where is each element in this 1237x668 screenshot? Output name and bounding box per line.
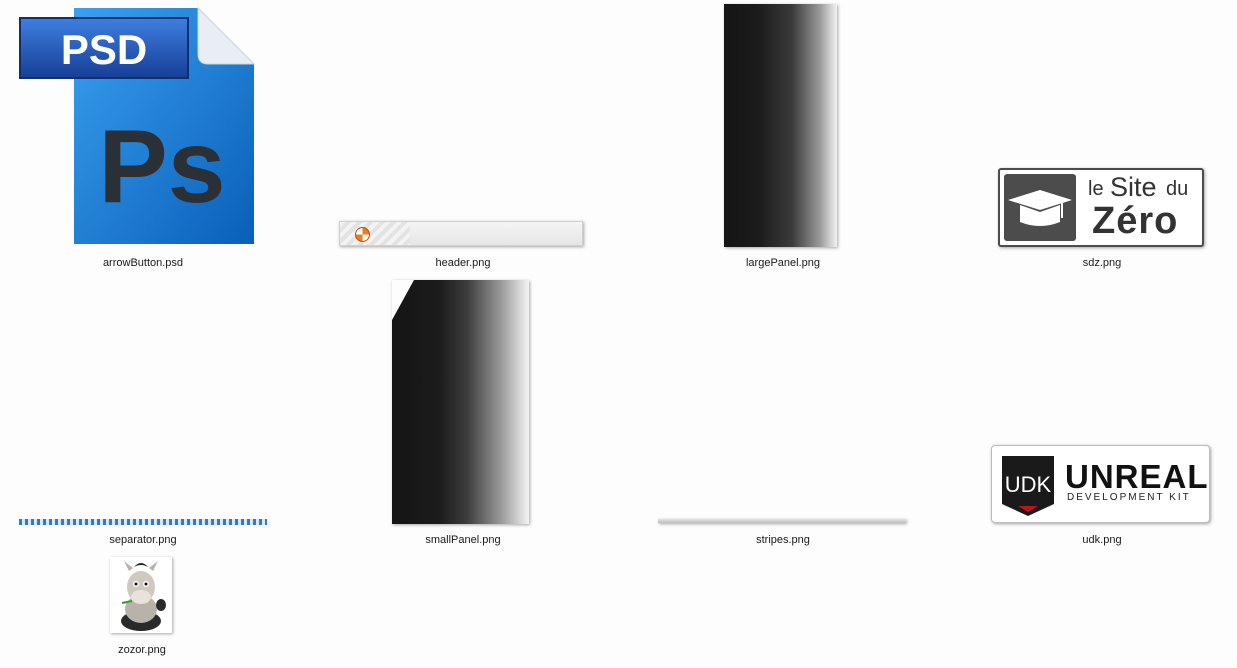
logo-text-du: du (1166, 178, 1189, 200)
header-fill (410, 222, 582, 245)
file-label: arrowButton.psd (102, 257, 184, 269)
photoshop-file-icon: PSD Ps (19, 6, 256, 244)
udk-shield-icon: UDK (1002, 456, 1054, 516)
file-label: sdz.png (1082, 257, 1122, 269)
small-panel-thumbnail (392, 280, 529, 524)
unreal-development-kit-logo-thumbnail: UDK UNREAL DEVELOPMENT KIT (991, 445, 1210, 523)
psd-badge-text: PSD (61, 26, 147, 73)
zozor-mascot-thumbnail (110, 557, 172, 633)
ps-mark-text: Ps (98, 109, 225, 225)
file-label: header.png (435, 257, 491, 269)
site-du-zero-logo-thumbnail: le Site du Zéro (998, 168, 1204, 247)
stripes-thumbnail (658, 519, 906, 523)
graduation-cap-icon (1004, 174, 1076, 241)
file-label: stripes.png (756, 534, 810, 546)
logo-text-le: le (1088, 178, 1104, 200)
donkey-mascot-icon (121, 561, 166, 631)
file-label: separator.png (109, 534, 177, 546)
file-label: zozor.png (118, 644, 166, 656)
file-label: udk.png (1082, 534, 1122, 546)
header-thumbnail (339, 221, 583, 246)
logo-text-site: Site (1110, 172, 1157, 202)
orb-icon (355, 227, 370, 242)
file-label: largePanel.png (745, 257, 820, 269)
panel-notch (392, 280, 414, 320)
logo-text-unreal: UNREAL (1065, 458, 1209, 495)
udk-shield-text: UDK (1005, 472, 1052, 497)
file-label: smallPanel.png (425, 534, 501, 546)
logo-text-development-kit: DEVELOPMENT KIT (1067, 492, 1191, 503)
logo-text-zero: Zéro (1092, 200, 1179, 242)
separator-thumbnail (19, 519, 267, 525)
large-panel-thumbnail (724, 4, 837, 247)
